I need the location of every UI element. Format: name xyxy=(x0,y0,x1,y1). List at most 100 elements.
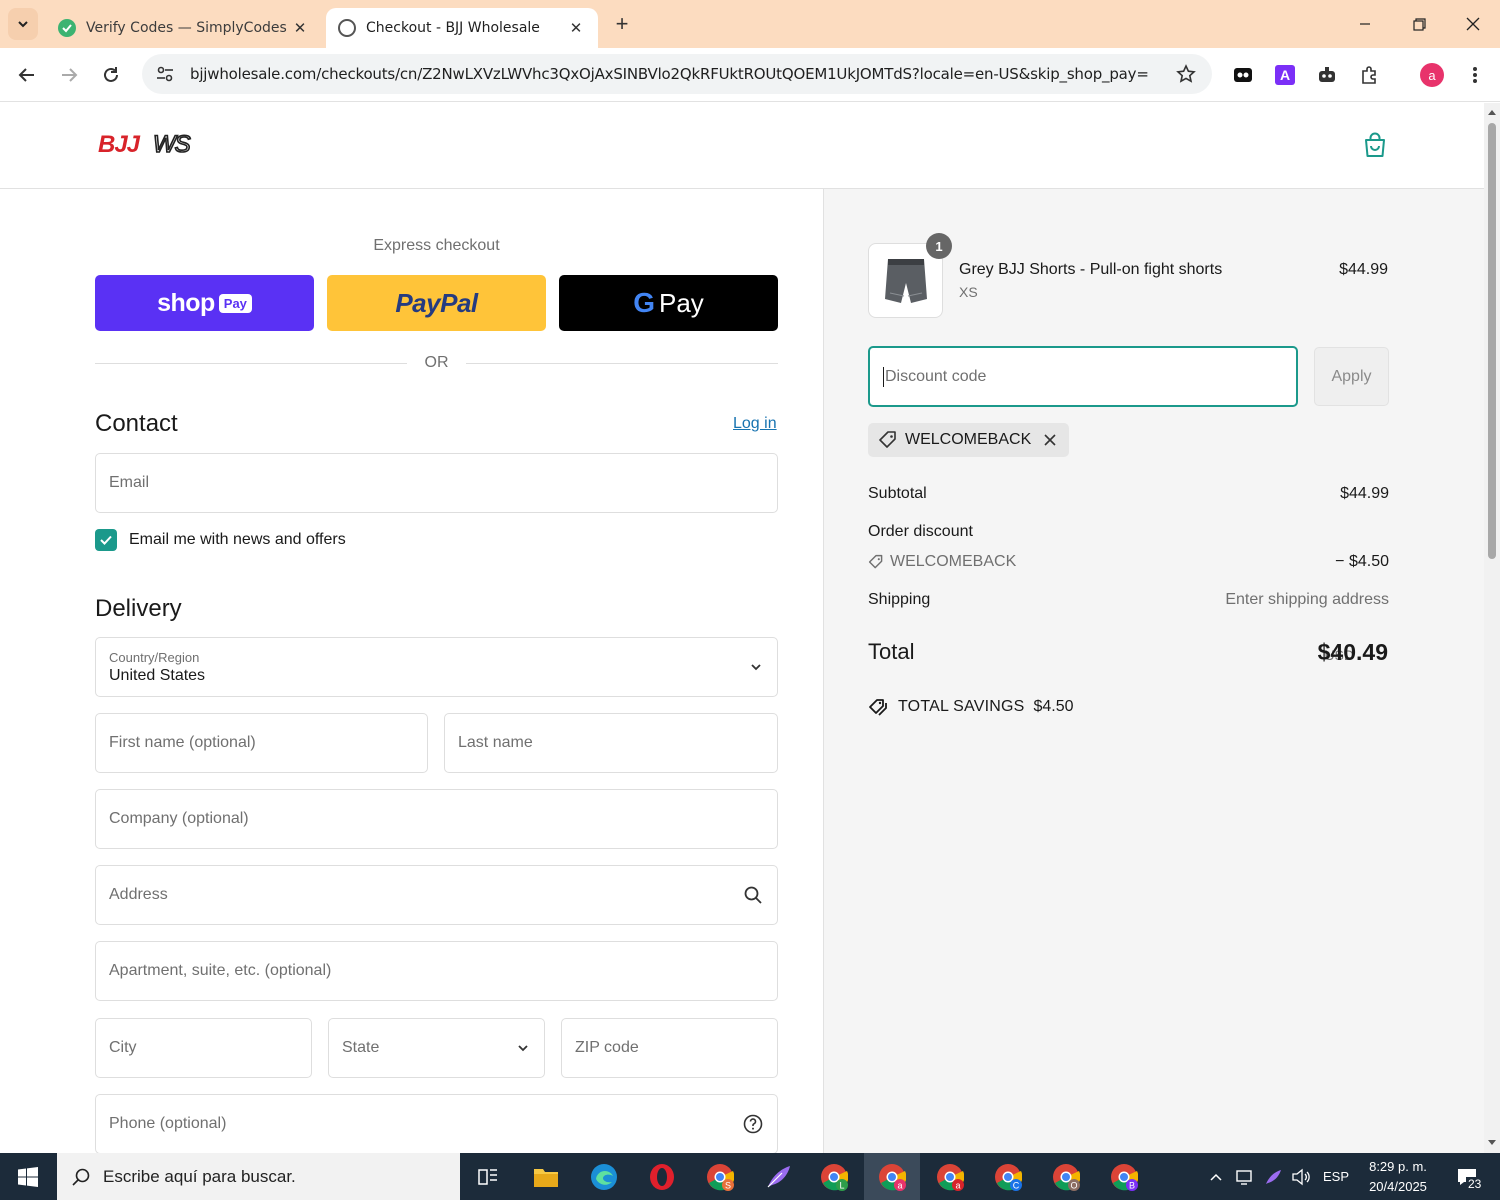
file-explorer-button[interactable] xyxy=(518,1153,574,1200)
apartment-field[interactable]: Apartment, suite, etc. (optional) xyxy=(95,941,778,1001)
profile-avatar[interactable]: a xyxy=(1418,61,1446,89)
discount-code-field[interactable]: Discount code xyxy=(868,346,1298,407)
show-hidden-icons-button[interactable] xyxy=(1204,1153,1228,1200)
help-circle-icon[interactable] xyxy=(743,1114,763,1134)
extension-a-icon[interactable]: A xyxy=(1271,61,1299,89)
site-settings-icon[interactable] xyxy=(156,65,174,83)
tab-title: Verify Codes — SimplyCodes xyxy=(86,20,287,36)
city-placeholder: City xyxy=(109,1039,137,1056)
discount-placeholder: Discount code xyxy=(885,367,987,385)
svg-text:B: B xyxy=(1129,1180,1135,1190)
state-select[interactable]: State xyxy=(328,1018,545,1078)
taskbar-search-placeholder: Escribe aquí para buscar. xyxy=(103,1166,296,1186)
checkout-form: Express checkout shop Pay PayPal G Pay O… xyxy=(0,189,823,1153)
paypal-wordmark: PayPal xyxy=(395,287,478,318)
shop-pay-badge: Pay xyxy=(218,293,252,313)
extension-icon[interactable] xyxy=(1229,61,1257,89)
task-view-button[interactable] xyxy=(460,1153,516,1200)
volume-icon[interactable] xyxy=(1288,1153,1314,1200)
chrome-profile-button[interactable]: a xyxy=(922,1153,978,1200)
remove-discount-button[interactable] xyxy=(1043,433,1057,447)
chrome-icon: C xyxy=(995,1163,1022,1191)
chrome-icon: B xyxy=(1111,1163,1138,1191)
company-placeholder: Company (optional) xyxy=(109,810,249,827)
scroll-up-icon[interactable] xyxy=(1487,108,1497,116)
phone-field[interactable]: Phone (optional) xyxy=(95,1094,778,1153)
company-field[interactable]: Company (optional) xyxy=(95,789,778,849)
chevron-down-icon xyxy=(18,21,28,28)
star-icon[interactable] xyxy=(1176,64,1196,84)
applied-code-text: WELCOMEBACK xyxy=(905,431,1032,448)
close-tab-icon[interactable]: ✕ xyxy=(566,18,586,38)
chrome-profile-button[interactable]: L xyxy=(806,1153,862,1200)
close-window-button[interactable] xyxy=(1450,6,1496,42)
last-name-field[interactable]: Last name xyxy=(444,713,778,773)
login-link[interactable]: Log in xyxy=(733,415,777,433)
text-caret xyxy=(883,366,884,387)
country-select[interactable]: Country/Region United States xyxy=(95,637,778,697)
extensions-puzzle-icon[interactable] xyxy=(1356,61,1384,89)
bjjws-logo[interactable]: BJJ WS xyxy=(98,130,210,162)
pen-tray-icon[interactable] xyxy=(1260,1153,1286,1200)
page-scrollbar[interactable] xyxy=(1484,103,1500,1153)
email-field[interactable]: Email xyxy=(95,453,778,513)
more-vertical-icon xyxy=(1473,67,1477,83)
apply-discount-button[interactable]: Apply xyxy=(1314,347,1389,406)
last-name-placeholder: Last name xyxy=(458,734,533,751)
maximize-button[interactable] xyxy=(1396,6,1442,42)
chrome-icon: a xyxy=(879,1163,906,1191)
address-bar[interactable]: bjjwholesale.com/checkouts/cn/Z2NwLXVzLW… xyxy=(142,54,1212,94)
reload-button[interactable] xyxy=(94,58,128,92)
tab-search-button[interactable] xyxy=(8,8,38,40)
chrome-profile-button[interactable]: O xyxy=(1038,1153,1094,1200)
shipping-value: Enter shipping address xyxy=(1225,591,1389,608)
address-field[interactable]: Address xyxy=(95,865,778,925)
windows-taskbar: Escribe aquí para buscar. S L a a C O B xyxy=(0,1153,1500,1200)
minimize-button[interactable] xyxy=(1342,6,1388,42)
first-name-placeholder: First name (optional) xyxy=(109,734,256,751)
back-button[interactable] xyxy=(10,58,44,92)
chevron-down-icon xyxy=(751,664,761,671)
search-icon xyxy=(72,1168,90,1186)
shop-pay-button[interactable]: shop Pay xyxy=(95,275,314,331)
tab-simplycodes[interactable]: Verify Codes — SimplyCodes ✕ xyxy=(46,8,322,48)
notifications-button[interactable]: 23 xyxy=(1444,1153,1490,1200)
new-tab-button[interactable]: + xyxy=(608,10,636,38)
savings-value: $4.50 xyxy=(1033,698,1074,715)
newsletter-option[interactable]: Email me with news and offers xyxy=(95,529,346,551)
chrome-profile-button[interactable]: S xyxy=(692,1153,748,1200)
zip-field[interactable]: ZIP code xyxy=(561,1018,778,1078)
taskbar-search[interactable]: Escribe aquí para buscar. xyxy=(57,1153,460,1200)
extension-robot-icon[interactable] xyxy=(1313,61,1341,89)
browser-menu-button[interactable] xyxy=(1461,61,1489,89)
windows-logo-icon xyxy=(18,1166,38,1187)
google-pay-button[interactable]: G Pay xyxy=(559,275,778,331)
chrome-profile-button[interactable]: B xyxy=(1096,1153,1152,1200)
start-button[interactable] xyxy=(0,1153,56,1200)
chrome-profile-button[interactable]: C xyxy=(980,1153,1036,1200)
newsletter-checkbox[interactable] xyxy=(95,529,117,551)
task-view-icon xyxy=(478,1168,497,1185)
paypal-button[interactable]: PayPal xyxy=(327,275,546,331)
input-language[interactable]: ESP xyxy=(1318,1153,1354,1200)
edge-icon xyxy=(591,1163,617,1190)
system-clock[interactable]: 8:29 p. m. 20/4/2025 xyxy=(1360,1157,1436,1197)
edge-button[interactable] xyxy=(576,1153,632,1200)
first-name-field[interactable]: First name (optional) xyxy=(95,713,428,773)
product-variant: XS xyxy=(959,284,978,300)
browser-tab-bar: Verify Codes — SimplyCodes ✕ Checkout - … xyxy=(0,0,1500,48)
opera-button[interactable] xyxy=(634,1153,690,1200)
network-icon[interactable] xyxy=(1232,1153,1258,1200)
feather-app-button[interactable] xyxy=(750,1153,806,1200)
city-field[interactable]: City xyxy=(95,1018,312,1078)
feather-icon xyxy=(767,1165,790,1187)
chrome-profile-button-active[interactable]: a xyxy=(864,1153,920,1200)
checkout-page: BJJ WS Express checkout shop Pay PayPal … xyxy=(0,103,1484,1153)
scrollbar-thumb[interactable] xyxy=(1488,123,1496,559)
subtotal-value: $44.99 xyxy=(1340,485,1389,502)
scroll-down-icon[interactable] xyxy=(1487,1139,1497,1147)
tab-checkout[interactable]: Checkout - BJJ Wholesale ✕ xyxy=(326,8,598,48)
forward-button[interactable] xyxy=(52,58,86,92)
close-tab-icon[interactable]: ✕ xyxy=(290,18,310,38)
shopping-bag-icon[interactable] xyxy=(1362,131,1388,164)
